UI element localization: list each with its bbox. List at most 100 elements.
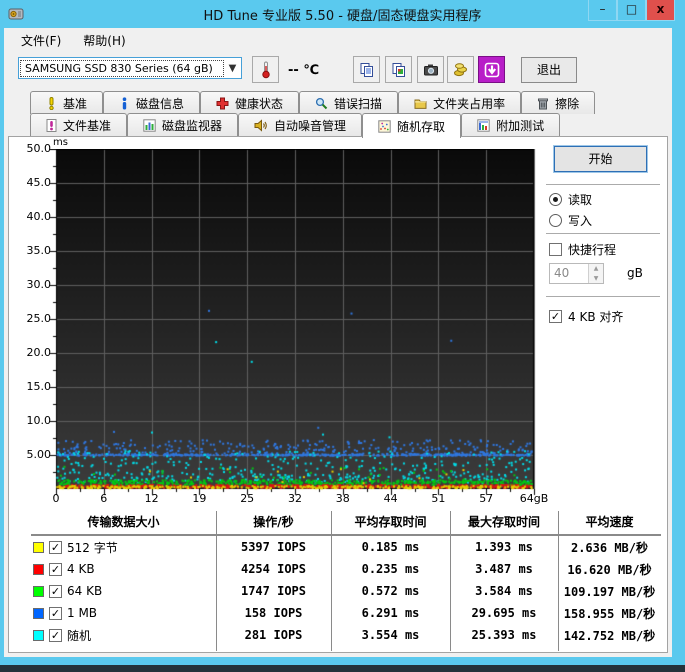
drive-select-value: SAMSUNG SSD 830 Series (64 gB) xyxy=(21,61,223,76)
series-checkbox[interactable]: ✓ xyxy=(49,563,62,576)
table-cell: 0.185 ms xyxy=(331,540,450,554)
table-row: ✓ 512 字节 5397 IOPS0.185 ms1.393 ms2.636 MB… xyxy=(31,536,661,558)
column-divider xyxy=(450,511,451,651)
table-cell: 5397 IOPS xyxy=(216,540,331,554)
spin-up-icon: ▲ xyxy=(589,264,603,274)
spinner-arrows[interactable]: ▲▼ xyxy=(588,264,603,283)
trash-icon xyxy=(537,97,549,110)
x-tick-label: 44 xyxy=(371,492,411,505)
series-checkbox[interactable]: ✓ xyxy=(49,607,62,620)
coins-icon xyxy=(453,62,469,78)
copy-text-button[interactable] xyxy=(353,56,380,83)
screenshot-button[interactable] xyxy=(417,56,444,83)
checkbox-icon xyxy=(549,243,562,256)
tab-erase[interactable]: 擦除 xyxy=(521,91,595,114)
copy-text-icon xyxy=(359,62,375,78)
align-checkbox[interactable]: ✓ 4 KB 对齐 xyxy=(549,308,623,325)
donate-button[interactable] xyxy=(447,56,474,83)
table-cell: 2.636 MB/秒 xyxy=(558,539,661,556)
short-stroke-checkbox[interactable]: 快捷行程 xyxy=(549,241,616,258)
tab-aam[interactable]: 自动噪音管理 xyxy=(238,113,362,136)
table-cell: 1747 IOPS xyxy=(216,584,331,598)
tab-folder-usage[interactable]: 文件夹占用率 xyxy=(398,91,521,114)
table-row: ✓ 64 KB 1747 IOPS0.572 ms3.584 ms109.197 M… xyxy=(31,580,661,602)
divider xyxy=(546,233,660,234)
temperature-button[interactable] xyxy=(252,56,279,83)
app-frame: 文件(F) 帮助(H) SAMSUNG SSD 830 Series (64 g… xyxy=(4,28,672,657)
table-cell: 281 IOPS xyxy=(216,628,331,642)
column-divider xyxy=(558,511,559,651)
x-tick-label: 12 xyxy=(132,492,172,505)
series-checkbox[interactable]: ✓ xyxy=(49,541,62,554)
x-tick-label: 38 xyxy=(323,492,363,505)
write-radio[interactable]: 写入 xyxy=(549,212,592,229)
x-tick-label: 6 xyxy=(84,492,124,505)
y-tick-label: 40.0 xyxy=(15,210,51,223)
temperature-value: -- ℃ xyxy=(288,63,319,78)
divider xyxy=(546,296,660,297)
y-tick-label: 5.00 xyxy=(15,448,51,461)
close-button[interactable]: x xyxy=(646,0,675,21)
thermometer-icon xyxy=(259,61,273,79)
series-color-swatch xyxy=(33,564,44,575)
results-table: 传输数据大小 操作/秒 平均存取时间 最大存取时间 平均速度 ✓512 字节53… xyxy=(31,511,661,646)
capacity-value: 40 xyxy=(550,264,588,283)
magnifier-icon xyxy=(315,97,328,110)
x-tick-label: 25 xyxy=(227,492,267,505)
table-cell: 0.235 ms xyxy=(331,562,450,576)
series-checkbox[interactable]: ✓ xyxy=(49,629,62,642)
y-axis-unit: ms xyxy=(53,137,68,148)
table-cell: 6.291 ms xyxy=(331,606,450,620)
table-cell: 158 IOPS xyxy=(216,606,331,620)
download-arrow-icon xyxy=(484,62,500,78)
radio-icon xyxy=(549,193,562,206)
tab-random-access[interactable]: 随机存取 xyxy=(362,113,461,138)
menu-bar: 文件(F) 帮助(H) xyxy=(4,28,672,52)
tab-error-scan[interactable]: 错误扫描 xyxy=(299,91,398,114)
table-cell: 25.393 ms xyxy=(450,628,558,642)
scatter-plot-icon xyxy=(378,120,391,133)
menu-help[interactable]: 帮助(H) xyxy=(72,29,136,52)
random-access-panel: ms 50.045.040.035.030.025.020.015.010.05… xyxy=(8,136,668,653)
tab-benchmark[interactable]: 基准 xyxy=(30,91,103,114)
table-cell: 3.487 ms xyxy=(450,562,558,576)
y-tick-label: 25.0 xyxy=(15,312,51,325)
table-cell: 0.572 ms xyxy=(331,584,450,598)
tab-extra-tests[interactable]: 附加测试 xyxy=(461,113,560,136)
series-label: 1 MB xyxy=(67,606,97,620)
table-row: ✓4 KB4254 IOPS0.235 ms3.487 ms16.620 MB/… xyxy=(31,558,661,580)
series-checkbox[interactable]: ✓ xyxy=(49,585,62,598)
table-cell: 158.955 MB/秒 xyxy=(558,605,661,622)
maximize-button[interactable]: □ xyxy=(617,0,646,21)
camera-icon xyxy=(423,62,439,78)
chevron-down-icon: ▼ xyxy=(224,63,241,74)
menu-file[interactable]: 文件(F) xyxy=(10,29,72,52)
radio-icon xyxy=(549,214,562,227)
column-divider xyxy=(331,511,332,651)
column-divider xyxy=(216,511,217,651)
copy-image-button[interactable] xyxy=(385,56,412,83)
read-radio[interactable]: 读取 xyxy=(549,191,592,208)
table-cell: 109.197 MB/秒 xyxy=(558,583,661,600)
exclamation-magenta-icon xyxy=(46,119,57,132)
tab-health[interactable]: 健康状态 xyxy=(200,91,299,114)
y-tick-label: 20.0 xyxy=(15,346,51,359)
tab-file-benchmark[interactable]: 文件基准 xyxy=(30,113,127,136)
capacity-spinner[interactable]: 40 ▲▼ xyxy=(549,263,604,284)
series-label: 64 KB xyxy=(67,584,102,598)
tab-disk-info[interactable]: 磁盘信息 xyxy=(103,91,200,114)
update-download-button[interactable] xyxy=(478,56,505,83)
start-button[interactable]: 开始 xyxy=(554,146,647,172)
exclamation-icon xyxy=(46,97,57,110)
table-cell: 29.695 ms xyxy=(450,606,558,620)
series-label: 512 字节 xyxy=(67,539,118,556)
table-cell: 1.393 ms xyxy=(450,540,558,554)
drive-select[interactable]: SAMSUNG SSD 830 Series (64 gB) ▼ xyxy=(18,57,242,79)
table-cell: 3.584 ms xyxy=(450,584,558,598)
x-tick-label: 19 xyxy=(179,492,219,505)
exit-button[interactable]: 退出 xyxy=(521,57,577,83)
capacity-unit: gB xyxy=(627,266,643,280)
tab-disk-monitor[interactable]: 磁盘监视器 xyxy=(127,113,238,136)
info-icon xyxy=(119,97,130,110)
minimize-button[interactable]: – xyxy=(588,0,617,21)
